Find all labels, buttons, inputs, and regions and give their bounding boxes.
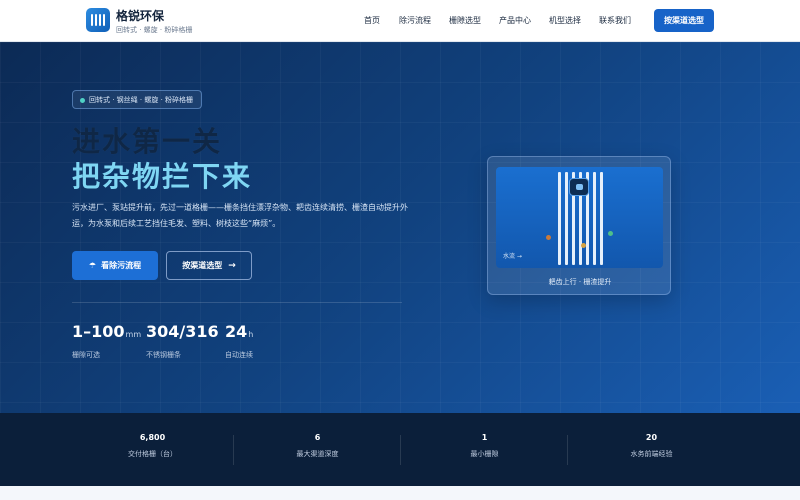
view-process-button[interactable]: ☂ 看除污流程	[72, 251, 158, 280]
band-value: 1	[481, 433, 488, 442]
nav-cta-button[interactable]: 按渠道选型	[654, 9, 714, 32]
hero-title-line1: 进水第一关	[72, 125, 223, 158]
band-stat-depth: 6 最大渠道深度	[235, 413, 400, 486]
stat-value: 24	[225, 322, 248, 341]
band-stat-experience: 20 水务前端经验	[569, 413, 734, 486]
stat-steel-grade: 304/316 不锈钢栅条	[146, 322, 219, 359]
debris-icon	[546, 235, 551, 240]
grille-bar	[593, 172, 596, 265]
band-stat-delivered: 6,800 交付格栅（台）	[70, 413, 235, 486]
band-value: 6	[314, 433, 321, 442]
nav-item-models[interactable]: 机型选择	[549, 15, 581, 26]
hero-title-line2: 把杂物拦下来	[72, 160, 253, 193]
stat-value: 304/316	[146, 322, 219, 341]
debris-icon	[581, 243, 586, 248]
arrow-right-icon: →	[228, 260, 236, 271]
band-value: 6,800	[139, 433, 166, 442]
band-divider	[400, 435, 401, 465]
stat-gap-range: 1–100mm 栅隙可选	[72, 322, 142, 359]
nav-item-process[interactable]: 除污流程	[399, 15, 431, 26]
hero-divider	[72, 302, 402, 303]
brand-tagline: 回转式 · 螺旋 · 粉碎格栅	[116, 26, 193, 34]
nav-item-gap-selection[interactable]: 栅隙选型	[449, 15, 481, 26]
page-footer-strip	[0, 486, 800, 500]
nav-item-contact[interactable]: 联系我们	[599, 15, 631, 26]
stat-label: 不锈钢栅条	[146, 351, 181, 359]
hero-description: 污水进厂、泵站提升前，先过一道格栅——栅条挡住漂浮杂物、耙齿连续清捞、栅渣自动提…	[72, 203, 408, 228]
nav-item-home[interactable]: 首页	[364, 15, 380, 26]
umbrella-icon: ☂	[88, 261, 97, 270]
band-divider	[233, 435, 234, 465]
hero-badge: 回转式 · 钢丝绳 · 螺旋 · 粉碎格栅	[72, 90, 203, 109]
band-label: 最大渠道深度	[296, 450, 339, 458]
stat-label: 自动连续	[225, 351, 253, 359]
grille-bar	[558, 172, 561, 265]
grille-bar	[565, 172, 568, 265]
stat-label: 栅隙可选	[72, 351, 100, 359]
band-label: 最小栅隙	[470, 450, 499, 458]
view-process-button-label: 看除污流程	[101, 261, 142, 270]
grille-logo-icon[interactable]	[86, 8, 110, 32]
band-stat-min-gap: 1 最小栅隙	[402, 413, 567, 486]
site-header: 格锐环保 回转式 · 螺旋 · 粉碎格栅 首页 除污流程 栅隙选型 产品中心 机…	[0, 0, 800, 42]
nav-item-products[interactable]: 产品中心	[499, 15, 531, 26]
band-value: 20	[645, 433, 658, 442]
illustration-caption: 耙齿上行 · 栅渣提升	[548, 278, 612, 286]
hero-section: 回转式 · 钢丝绳 · 螺旋 · 粉碎格栅 进水第一关 把杂物拦下来 污水进厂、…	[0, 42, 800, 413]
band-label: 交付格栅（台）	[128, 450, 177, 458]
badge-dot-icon	[80, 98, 85, 103]
stat-continuous: 24h 自动连续	[225, 322, 254, 359]
debris-icon	[608, 231, 613, 236]
stat-unit: h	[248, 330, 254, 339]
rake-icon	[569, 178, 589, 196]
channel-selection-button[interactable]: 按渠道选型 →	[166, 251, 252, 280]
grille-illustration-card: 水流 → 耙齿上行 · 栅渣提升	[487, 156, 671, 295]
stat-value: 1–100	[72, 322, 125, 341]
stats-band: 6,800 交付格栅（台） 6 最大渠道深度 1 最小栅隙 20 水务前端经验	[0, 413, 800, 486]
brand-name[interactable]: 格锐环保	[116, 7, 164, 24]
hero-badge-text: 回转式 · 钢丝绳 · 螺旋 · 粉碎格栅	[89, 95, 194, 104]
channel-selection-button-label: 按渠道选型	[182, 261, 223, 270]
band-label: 水务前端经验	[630, 450, 673, 458]
band-divider	[567, 435, 568, 465]
grille-illustration: 水流 →	[496, 167, 663, 268]
grille-bar	[600, 172, 603, 265]
flow-label: 水流 →	[503, 253, 522, 260]
stat-unit: mm	[125, 330, 142, 339]
